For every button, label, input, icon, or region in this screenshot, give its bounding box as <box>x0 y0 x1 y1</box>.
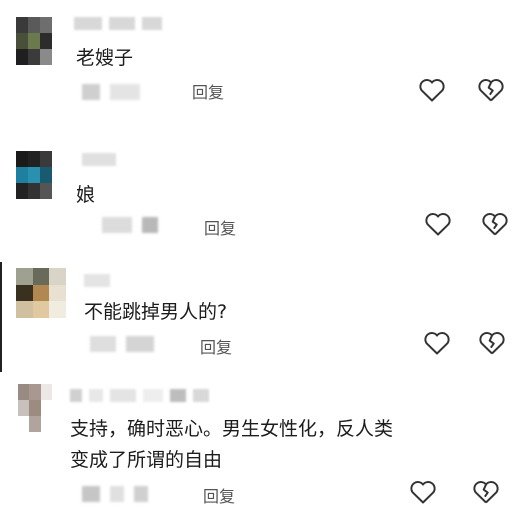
broken-heart-icon[interactable] <box>481 211 509 237</box>
heart-icon[interactable] <box>423 330 451 356</box>
heart-icon[interactable] <box>409 479 437 505</box>
avatar[interactable] <box>16 17 52 65</box>
reply-button[interactable]: 回复 <box>204 215 236 239</box>
broken-heart-icon[interactable] <box>478 330 506 356</box>
broken-heart-icon[interactable] <box>472 479 500 505</box>
username-blurred[interactable] <box>74 16 162 30</box>
comment-item: 老嫂子 回复 <box>0 0 529 125</box>
comment-item: 娘 回复 <box>0 125 529 250</box>
comment-meta-blurred <box>102 217 158 233</box>
username-blurred[interactable] <box>82 152 116 166</box>
avatar[interactable] <box>16 268 66 318</box>
comment-meta-blurred <box>82 486 148 502</box>
reply-button[interactable]: 回复 <box>192 79 224 103</box>
reply-button[interactable]: 回复 <box>203 483 235 507</box>
broken-heart-icon[interactable] <box>477 77 505 103</box>
avatar[interactable] <box>16 151 52 199</box>
comment-meta-blurred <box>82 84 140 100</box>
comment-text: 支持，确时恶心。男生女性化，反人类 变成了所谓的自由 <box>70 418 394 471</box>
avatar[interactable] <box>18 384 52 432</box>
comment-text: 老嫂子 <box>76 47 134 69</box>
comment-meta-blurred <box>90 336 154 352</box>
username-blurred[interactable] <box>70 388 209 402</box>
comment-text: 不能跳掉男人的? <box>84 301 228 323</box>
heart-icon[interactable] <box>418 77 446 103</box>
comment-text: 娘 <box>76 184 96 206</box>
comment-item: 不能跳掉男人的? 回复 <box>0 250 529 375</box>
heart-icon[interactable] <box>424 211 452 237</box>
reply-button[interactable]: 回复 <box>200 334 232 358</box>
username-blurred[interactable] <box>84 273 110 287</box>
comment-item: 支持，确时恶心。男生女性化，反人类 变成了所谓的自由 回复 <box>0 375 529 520</box>
